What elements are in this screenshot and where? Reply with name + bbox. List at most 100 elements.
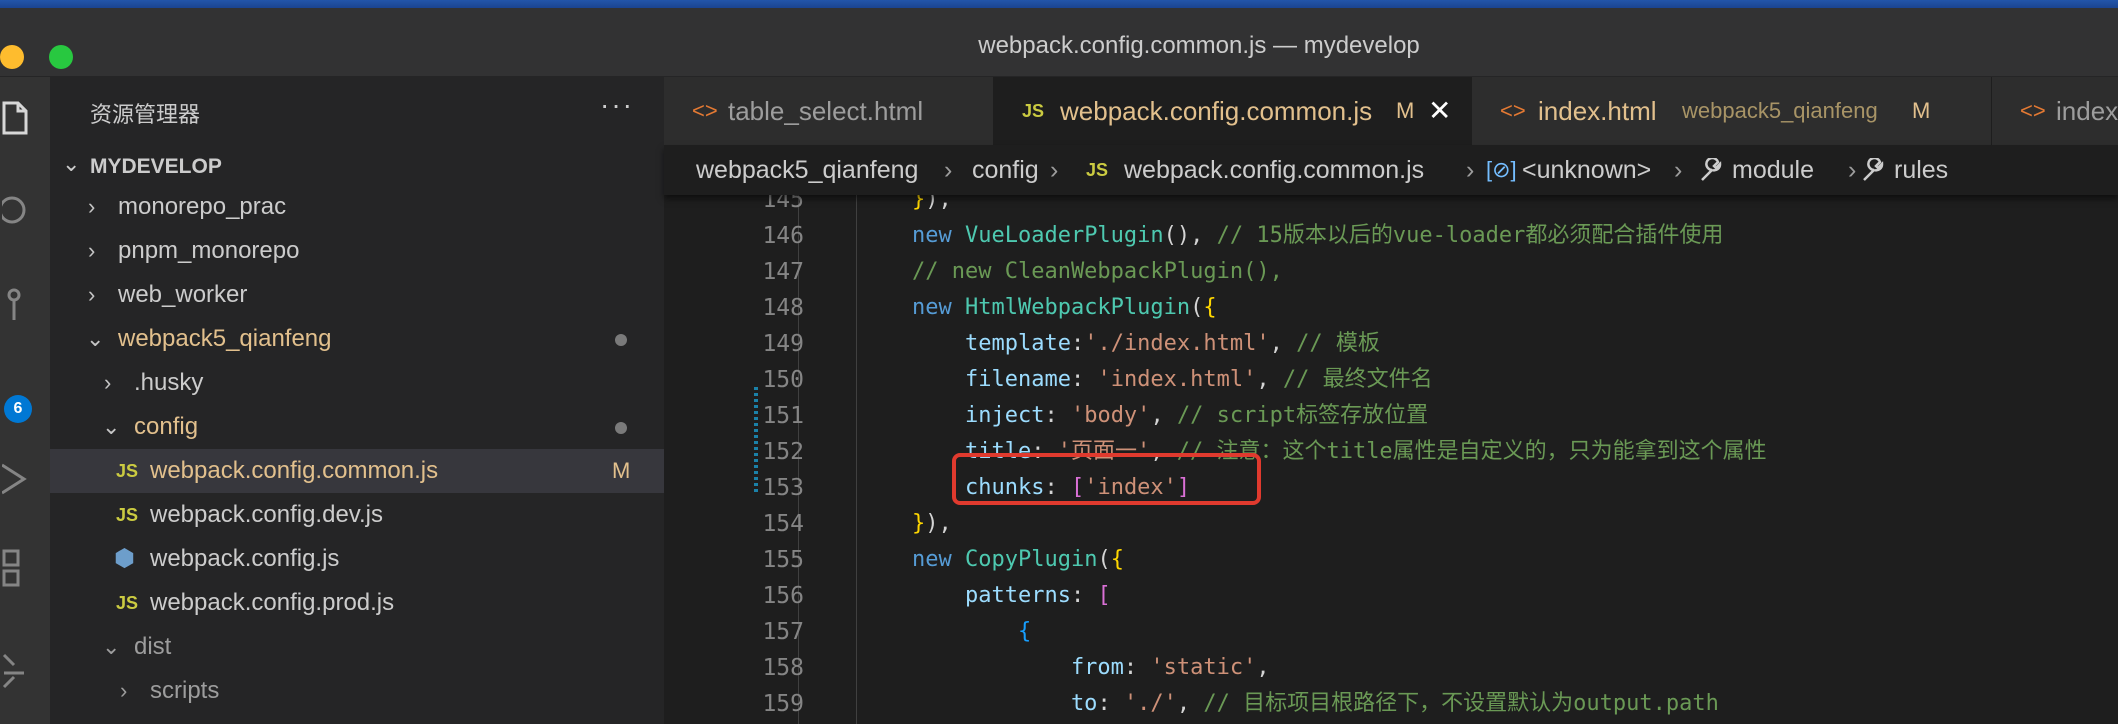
line-number: 159 xyxy=(762,691,804,717)
chevron-down-icon: ⌄ xyxy=(102,414,121,439)
close-icon[interactable]: ✕ xyxy=(1428,77,1451,145)
editor-tab-bar: <> table_select.html JS webpack.config.c… xyxy=(664,77,2118,145)
code-line[interactable]: 152 title: '页面一', // 注意：这个title属性是自定义的，只… xyxy=(664,434,2118,470)
chevron-right-icon: › xyxy=(944,156,953,184)
extensions-icon[interactable] xyxy=(0,547,34,605)
explorer-sidebar: 资源管理器 ··· ⌄ MYDEVELOP › monorepo_prac › … xyxy=(50,77,664,724)
explorer-icon[interactable] xyxy=(0,97,34,143)
code-line[interactable]: 146 new VueLoaderPlugin(), // 15版本以后的vue-… xyxy=(664,218,2118,254)
code-text: new HtmlWebpackPlugin({ xyxy=(912,295,1217,320)
js-file-icon: JS xyxy=(116,461,139,481)
chevron-down-icon: ⌄ xyxy=(102,634,121,659)
breadcrumb-item[interactable]: rules xyxy=(1894,145,1948,195)
line-number: 153 xyxy=(762,475,804,501)
line-number: 155 xyxy=(762,547,804,573)
code-line[interactable]: 145}), xyxy=(664,195,2118,218)
symbol-icon: [⊘] xyxy=(1486,157,1517,182)
js-file-icon: JS xyxy=(116,505,139,525)
tree-item-dist[interactable]: ⌄ dist xyxy=(50,625,664,669)
code-text: // new CleanWebpackPlugin(), xyxy=(912,259,1283,284)
code-text: inject: 'body', // script标签存放位置 xyxy=(912,403,1429,428)
tree-item-webpack-config-common[interactable]: JS webpack.config.common.js M xyxy=(50,449,664,493)
tree-item-webpack-config-prod[interactable]: JS webpack.config.prod.js xyxy=(50,581,664,625)
wrench-icon xyxy=(1698,145,1724,195)
run-debug-icon[interactable] xyxy=(0,382,34,505)
tree-item-husky[interactable]: › .husky xyxy=(50,361,664,405)
tree-item-scripts[interactable]: › scripts xyxy=(50,669,664,713)
tree-item-webpack-config-dev[interactable]: JS webpack.config.dev.js xyxy=(50,493,664,537)
breadcrumb-item[interactable]: module xyxy=(1732,145,1814,195)
tab-webpack-config-common[interactable]: JS webpack.config.common.js M ✕ xyxy=(994,77,1472,145)
tab-index[interactable]: <> index xyxy=(1992,77,2118,145)
code-line[interactable]: 148 new HtmlWebpackPlugin({ xyxy=(664,290,2118,326)
code-text: template:'./index.html', // 模板 xyxy=(912,331,1380,356)
code-text: new VueLoaderPlugin(), // 15版本以后的vue-loa… xyxy=(912,223,1724,248)
modified-badge: M xyxy=(1912,98,1931,123)
more-actions-icon[interactable]: ··· xyxy=(600,89,634,121)
code-line[interactable]: 149 template:'./index.html', // 模板 xyxy=(664,326,2118,362)
code-editor[interactable]: 145}), 146 new VueLoaderPlugin(), // 15版本以… xyxy=(664,195,2118,724)
line-number: 145 xyxy=(762,195,804,213)
code-line[interactable]: 156 patterns: [ xyxy=(664,578,2118,614)
workspace-section-title[interactable]: MYDEVELOP xyxy=(90,155,222,179)
line-number: 148 xyxy=(762,295,804,321)
code-text: { xyxy=(912,619,1032,644)
code-text: from: 'static', xyxy=(912,655,1270,680)
chevron-right-icon: › xyxy=(104,370,112,395)
breadcrumb-item[interactable]: <unknown> xyxy=(1522,145,1651,195)
chevron-right-icon: › xyxy=(88,194,96,219)
html-file-icon: <> xyxy=(2020,98,2046,123)
remote-explorer-icon[interactable] xyxy=(0,647,34,705)
code-line[interactable]: 151 inject: 'body', // script标签存放位置 xyxy=(664,398,2118,434)
line-number: 157 xyxy=(762,619,804,645)
title-bar: webpack.config.common.js — mydevelop xyxy=(0,8,2118,77)
window-title: webpack.config.common.js — mydevelop xyxy=(978,32,1420,59)
breadcrumb-item[interactable]: webpack.config.common.js xyxy=(1124,145,1424,195)
tree-item-web-worker[interactable]: › web_worker xyxy=(50,273,664,317)
js-file-icon: JS xyxy=(116,593,139,613)
code-line[interactable]: 154}), xyxy=(664,506,2118,542)
tree-item-webpack5-qianfeng[interactable]: ⌄ webpack5_qianfeng xyxy=(50,317,664,361)
code-line[interactable]: 147 // new CleanWebpackPlugin(), xyxy=(664,254,2118,290)
js-file-icon: JS xyxy=(1086,160,1109,180)
chevron-right-icon: › xyxy=(88,238,96,263)
code-line[interactable]: 158 from: 'static', xyxy=(664,650,2118,686)
code-text: patterns: [ xyxy=(912,583,1111,608)
code-text: to: './', // 目标项目根路径下，不设置默认为output.path xyxy=(912,691,1719,716)
tree-item-monorepo-prac[interactable]: › monorepo_prac xyxy=(50,185,664,229)
chevron-right-icon: › xyxy=(1050,156,1059,184)
line-number: 147 xyxy=(762,259,804,285)
html-file-icon: <> xyxy=(692,98,718,123)
code-text: new CopyPlugin({ xyxy=(912,547,1124,572)
chevron-right-icon: › xyxy=(1466,156,1475,184)
search-icon[interactable] xyxy=(0,192,34,238)
breadcrumb-item[interactable]: config xyxy=(972,145,1039,195)
code-text: }), xyxy=(912,195,952,212)
code-line[interactable]: 159 to: './', // 目标项目根路径下，不设置默认为output.p… xyxy=(664,686,2118,722)
line-number: 149 xyxy=(762,331,804,357)
chevron-down-icon: ⌄ xyxy=(86,326,105,351)
tree-item-webpack-config[interactable]: ⬢ webpack.config.js xyxy=(50,537,664,581)
chevron-right-icon: › xyxy=(88,282,96,307)
wrench-icon xyxy=(1860,145,1886,195)
tree-item-config[interactable]: ⌄ config xyxy=(50,405,664,449)
chevron-right-icon: › xyxy=(1674,156,1683,184)
line-number: 158 xyxy=(762,655,804,681)
code-line[interactable]: 157 { xyxy=(664,614,2118,650)
chevron-right-icon: › xyxy=(120,678,128,703)
annotation-highlight-box xyxy=(952,453,1261,505)
modified-badge: M xyxy=(1396,98,1415,123)
chevron-down-icon[interactable]: ⌄ xyxy=(62,151,80,177)
line-number: 152 xyxy=(762,439,804,465)
code-line[interactable]: 150 filename: 'index.html', // 最终文件名 xyxy=(664,362,2118,398)
breadcrumb-item[interactable]: webpack5_qianfeng xyxy=(696,145,918,195)
tree-item-pnpm-monorepo[interactable]: › pnpm_monorepo xyxy=(50,229,664,273)
explorer-header: 资源管理器 xyxy=(90,102,201,127)
source-control-icon[interactable] xyxy=(0,287,34,335)
tab-index-html[interactable]: <> index.html webpack5_qianfeng M xyxy=(1472,77,1992,145)
activity-bar: 6 xyxy=(0,77,50,724)
code-line[interactable]: 155 new CopyPlugin({ xyxy=(664,542,2118,578)
code-line[interactable]: 153 chunks: ['index'] xyxy=(664,470,2118,506)
line-number: 151 xyxy=(762,403,804,429)
tab-table-select[interactable]: <> table_select.html xyxy=(664,77,994,145)
